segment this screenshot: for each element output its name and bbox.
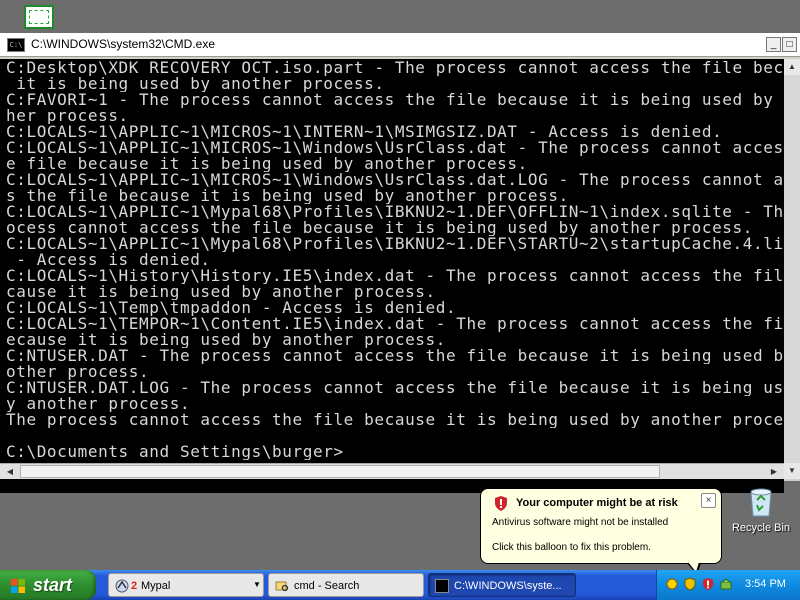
window-title: C:\WINDOWS\system32\CMD.exe bbox=[31, 37, 216, 51]
console-line: C:LOCALS~1\APPLIC~1\Mypal68\Profiles\IBK… bbox=[6, 204, 784, 220]
system-tray: 3:54 PM bbox=[656, 570, 800, 600]
console-line: The process cannot access the file becau… bbox=[6, 412, 784, 428]
console-line: C:NTUSER.DAT.LOG - The process cannot ac… bbox=[6, 380, 784, 396]
taskbar: start 2 Mypal ▼ cmd - Search C:\WINDOWS\… bbox=[0, 570, 800, 600]
console-line: C:LOCALS~1\TEMPOR~1\Content.IE5\index.da… bbox=[6, 316, 784, 332]
folder-search-icon bbox=[275, 581, 289, 592]
taskbar-button-label: Mypal bbox=[141, 580, 171, 592]
balloon-action-text[interactable]: Click this balloon to fix this problem. bbox=[492, 542, 651, 553]
console-line: other process. bbox=[6, 364, 150, 380]
console-line: C:LOCALS~1\Temp\tmpaddon - Access is den… bbox=[6, 300, 457, 316]
chevron-down-icon: ▼ bbox=[253, 580, 261, 589]
security-balloon[interactable]: Your computer might be at risk × Antivir… bbox=[480, 488, 722, 575]
taskbar-button-label: C:\WINDOWS\syste... bbox=[454, 580, 562, 592]
clock[interactable]: 3:54 PM bbox=[745, 578, 786, 590]
horizontal-scrollbar[interactable]: ◀ ▶ bbox=[0, 463, 784, 479]
console-line: it is being used by another process. bbox=[6, 76, 385, 92]
window-titlebar[interactable]: C:\ C:\WINDOWS\system32\CMD.exe _ □ bbox=[0, 33, 800, 57]
taskbar-button-cmd-window[interactable]: C:\WINDOWS\syste... bbox=[428, 573, 576, 597]
console-output[interactable]: C:Desktop\XDK_RECOVERY_OCT.iso.part - Th… bbox=[0, 59, 784, 493]
console-line: ocess cannot access the file because it … bbox=[6, 220, 753, 236]
minimize-button[interactable]: _ bbox=[766, 37, 781, 52]
console-line: cause it is being used by another proces… bbox=[6, 284, 436, 300]
security-shield-tray-icon[interactable] bbox=[683, 577, 697, 591]
console-line: her process. bbox=[6, 108, 129, 124]
update-tray-icon[interactable] bbox=[719, 577, 733, 591]
alert-shield-tray-icon[interactable] bbox=[701, 577, 715, 591]
console-text: C:Desktop\XDK_RECOVERY_OCT.iso.part - Th… bbox=[6, 60, 784, 460]
recycle-bin-label: Recycle Bin bbox=[731, 522, 791, 534]
network-tray-icon[interactable] bbox=[665, 577, 679, 591]
console-line: y another process. bbox=[6, 396, 191, 412]
scroll-down-arrow-icon[interactable]: ▼ bbox=[784, 463, 800, 479]
console-line: C:LOCALS~1\APPLIC~1\MICROS~1\Windows\Usr… bbox=[6, 172, 784, 188]
horizontal-scroll-thumb[interactable] bbox=[20, 465, 660, 478]
balloon-title: Your computer might be at risk bbox=[516, 497, 678, 509]
console-line: C:NTUSER.DAT - The process cannot access… bbox=[6, 348, 784, 364]
console-line: e file because it is being used by anoth… bbox=[6, 156, 528, 172]
console-line: C:LOCALS~1\APPLIC~1\MICROS~1\Windows\Usr… bbox=[6, 140, 784, 156]
taskbar-button-label: cmd - Search bbox=[294, 580, 360, 592]
console-line: C:LOCALS~1\APPLIC~1\MICROS~1\INTERN~1\MS… bbox=[6, 124, 723, 140]
console-line: ecause it is being used by another proce… bbox=[6, 332, 447, 348]
mypal-browser-icon bbox=[115, 579, 129, 593]
console-line: - Access is denied. bbox=[6, 252, 211, 268]
cmd-window: C:\ C:\WINDOWS\system32\CMD.exe _ □ C:De… bbox=[0, 33, 800, 493]
console-line: C:LOCALS~1\History\History.IE5\index.dat… bbox=[6, 268, 784, 284]
cmd-app-icon[interactable]: C:\ bbox=[7, 38, 25, 52]
balloon-message: Antivirus software might not be installe… bbox=[492, 517, 669, 528]
balloon-close-button[interactable]: × bbox=[701, 493, 716, 508]
console-line: C:LOCALS~1\APPLIC~1\Mypal68\Profiles\IBK… bbox=[6, 236, 784, 252]
start-label: start bbox=[33, 575, 73, 595]
taskbar-button-mypal[interactable]: 2 Mypal ▼ bbox=[108, 573, 264, 597]
scroll-left-arrow-icon[interactable]: ◀ bbox=[2, 464, 18, 479]
cmd-icon bbox=[435, 579, 449, 593]
console-line: C:FAVORI~1 - The process cannot access t… bbox=[6, 92, 784, 108]
console-line: s the file because it is being used by a… bbox=[6, 188, 569, 204]
recycle-bin-icon bbox=[748, 486, 774, 518]
windows-logo-icon bbox=[11, 579, 25, 593]
recycle-bin[interactable]: Recycle Bin bbox=[726, 486, 796, 546]
maximize-button[interactable]: □ bbox=[782, 37, 797, 52]
console-line: C:Desktop\XDK_RECOVERY_OCT.iso.part - Th… bbox=[6, 60, 784, 76]
console-line: C:\Documents and Settings\burger> bbox=[6, 444, 344, 460]
security-shield-icon bbox=[495, 496, 507, 511]
start-button[interactable]: start bbox=[0, 570, 96, 600]
scroll-up-arrow-icon[interactable]: ▲ bbox=[784, 59, 800, 75]
scroll-right-arrow-icon[interactable]: ▶ bbox=[766, 464, 782, 479]
mypal-window-count: 2 bbox=[131, 580, 138, 592]
desktop-shortcut-icon[interactable] bbox=[24, 5, 54, 29]
vertical-scrollbar[interactable]: ▲ ▼ bbox=[784, 59, 800, 479]
taskbar-button-cmd-search[interactable]: cmd - Search bbox=[268, 573, 424, 597]
